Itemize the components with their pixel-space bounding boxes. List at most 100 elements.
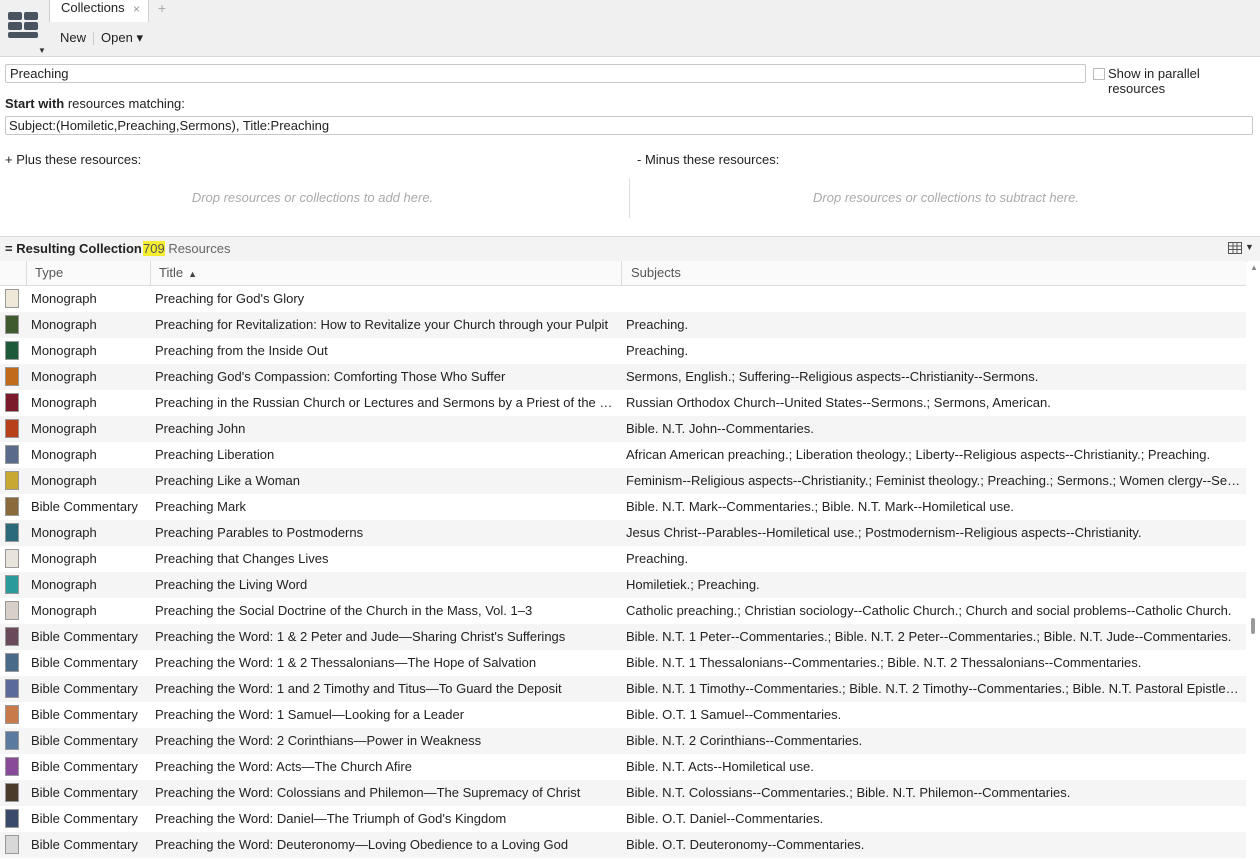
cell-subjects: Bible. N.T. Colossians--Commentaries.; B… [626,785,1071,800]
scroll-up-icon[interactable]: ▲ [1250,263,1258,272]
table-row[interactable]: Monograph Preaching for God's Glory [0,286,1246,312]
table-row[interactable]: Monograph Preaching in the Russian Church… [0,390,1246,416]
cell-subjects: Bible. O.T. Daniel--Commentaries. [626,811,824,826]
cell-type: Bible Commentary [31,629,138,644]
cell-type: Bible Commentary [31,837,138,852]
cell-subjects: Bible. N.T. Mark--Commentaries.; Bible. … [626,499,1014,514]
parallel-resources-label: Show in parallel resources [1108,66,1200,96]
book-cover-icon [5,601,19,620]
logos-library-icon[interactable] [6,8,42,48]
table-row[interactable]: Monograph Preaching the Living Word Homile… [0,572,1246,598]
chevron-down-icon: ▾ [136,30,143,45]
cell-title: Preaching Parables to Postmoderns [155,525,364,540]
cell-title: Preaching Mark [155,499,247,514]
table-row[interactable]: Bible Commentary Preaching the Word: 1 Sa… [0,702,1246,728]
cell-type: Bible Commentary [31,499,138,514]
resulting-collection-title: = Resulting Collection [5,241,142,256]
cell-type: Monograph [31,343,97,358]
resource-count: 709 Resources [143,241,230,256]
cell-type: Monograph [31,473,97,488]
minus-drop-zone[interactable]: Drop resources or collections to subtrac… [637,172,1255,222]
app-menu-caret-icon[interactable]: ▼ [38,46,46,55]
plus-drop-zone[interactable]: Drop resources or collections to add her… [5,172,620,222]
start-with-bold: Start with [5,96,65,111]
table-row[interactable]: Bible Commentary Preaching the Word: 2 Co… [0,728,1246,754]
column-header-type[interactable]: Type [35,265,63,280]
cell-type: Monograph [31,525,97,540]
start-with-label: Start with resources matching: [5,96,185,111]
cell-title: Preaching Like a Woman [155,473,301,488]
resource-count-suffix: Resources [164,241,231,256]
new-button[interactable]: New [60,30,86,45]
vertical-scrollbar[interactable]: ▲ [1247,261,1260,859]
book-cover-icon [5,367,19,386]
scroll-thumb[interactable] [1251,618,1255,634]
table-row[interactable]: Monograph Preaching John Bible. N.T. John-… [0,416,1246,442]
cell-subjects: Feminism--Religious aspects--Christianit… [626,473,1241,488]
column-view-icon[interactable] [1228,242,1242,254]
table-row[interactable]: Bible Commentary Preaching the Word: Acts… [0,754,1246,780]
column-header-title[interactable]: Title ▲ [159,265,197,280]
cell-subjects: Preaching. [626,551,689,566]
book-cover-icon [5,757,19,776]
cell-subjects: Bible. N.T. 2 Corinthians--Commentaries. [626,733,863,748]
add-tab-button[interactable]: + [158,0,166,16]
table-row[interactable]: Bible Commentary Preaching the Word: 1 & … [0,624,1246,650]
book-cover-icon [5,809,19,828]
view-menu-caret-icon[interactable]: ▼ [1245,242,1254,252]
table-row[interactable]: Monograph Preaching Like a Woman Feminism-… [0,468,1246,494]
cell-title: Preaching that Changes Lives [155,551,329,566]
cell-title: Preaching the Word: 1 and 2 Timothy and … [155,681,562,696]
collection-name-input[interactable] [5,64,1086,83]
table-row[interactable]: Bible Commentary Preaching the Word: Deut… [0,832,1246,858]
table-row[interactable]: Monograph Preaching Parables to Postmoder… [0,520,1246,546]
cell-type: Bible Commentary [31,785,138,800]
table-row[interactable]: Monograph Preaching that Changes Lives Pre… [0,546,1246,572]
book-cover-icon [5,549,19,568]
minus-resources-label: - Minus these resources: [637,152,780,167]
resulting-collection-bar: = Resulting Collection 709 Resources ▼ [0,236,1260,262]
cell-type: Monograph [31,421,97,436]
table-row[interactable]: Monograph Preaching Liberation African Ame… [0,442,1246,468]
cell-type: Bible Commentary [31,759,138,774]
cell-subjects: Preaching. [626,317,689,332]
cell-type: Monograph [31,551,97,566]
column-header-subjects[interactable]: Subjects [631,265,681,280]
column-divider[interactable] [150,261,151,285]
table-row[interactable]: Monograph Preaching God's Compassion: Com… [0,364,1246,390]
book-cover-icon [5,419,19,438]
parallel-resources-checkbox[interactable] [1093,68,1105,80]
top-bar: ▼ Collections × + New Open ▾ [0,0,1260,57]
cell-title: Preaching from the Inside Out [155,343,328,358]
cell-title: Preaching the Word: Acts—The Church Afir… [155,759,412,774]
table-row[interactable]: Monograph Preaching from the Inside Out Pr… [0,338,1246,364]
tab-collections[interactable]: Collections × [49,0,149,22]
table-row[interactable]: Monograph Preaching for Revitalization: H… [0,312,1246,338]
cell-title: Preaching the Word: Deuteronomy—Loving O… [155,837,569,852]
book-cover-icon [5,731,19,750]
column-divider[interactable] [26,261,27,285]
query-input[interactable] [5,116,1253,135]
cell-subjects: Jesus Christ--Parables--Homiletical use.… [626,525,1142,540]
book-cover-icon [5,575,19,594]
cell-type: Monograph [31,603,97,618]
book-cover-icon [5,627,19,646]
tab-label: Collections [61,0,125,15]
table-row[interactable]: Bible Commentary Preaching the Word: Dani… [0,806,1246,832]
cell-subjects: Bible. O.T. Deuteronomy--Commentaries. [626,837,865,852]
table-row[interactable]: Bible Commentary Preaching the Word: Colo… [0,780,1246,806]
table-row[interactable]: Bible Commentary Preaching the Word: 1 an… [0,676,1246,702]
book-cover-icon [5,705,19,724]
book-cover-icon [5,783,19,802]
open-button[interactable]: Open ▾ [101,30,143,46]
tab-close-icon[interactable]: × [133,2,140,16]
cell-title: Preaching for God's Glory [155,291,305,306]
table-row[interactable]: Bible Commentary Preaching the Word: 1 & … [0,650,1246,676]
cell-type: Monograph [31,577,97,592]
column-divider[interactable] [621,261,622,285]
resource-count-number: 709 [143,241,165,256]
cell-subjects: Bible. O.T. 1 Samuel--Commentaries. [626,707,842,722]
table-row[interactable]: Monograph Preaching the Social Doctrine o… [0,598,1246,624]
cell-type: Monograph [31,291,97,306]
table-row[interactable]: Bible Commentary Preaching Mark Bible. N.T… [0,494,1246,520]
